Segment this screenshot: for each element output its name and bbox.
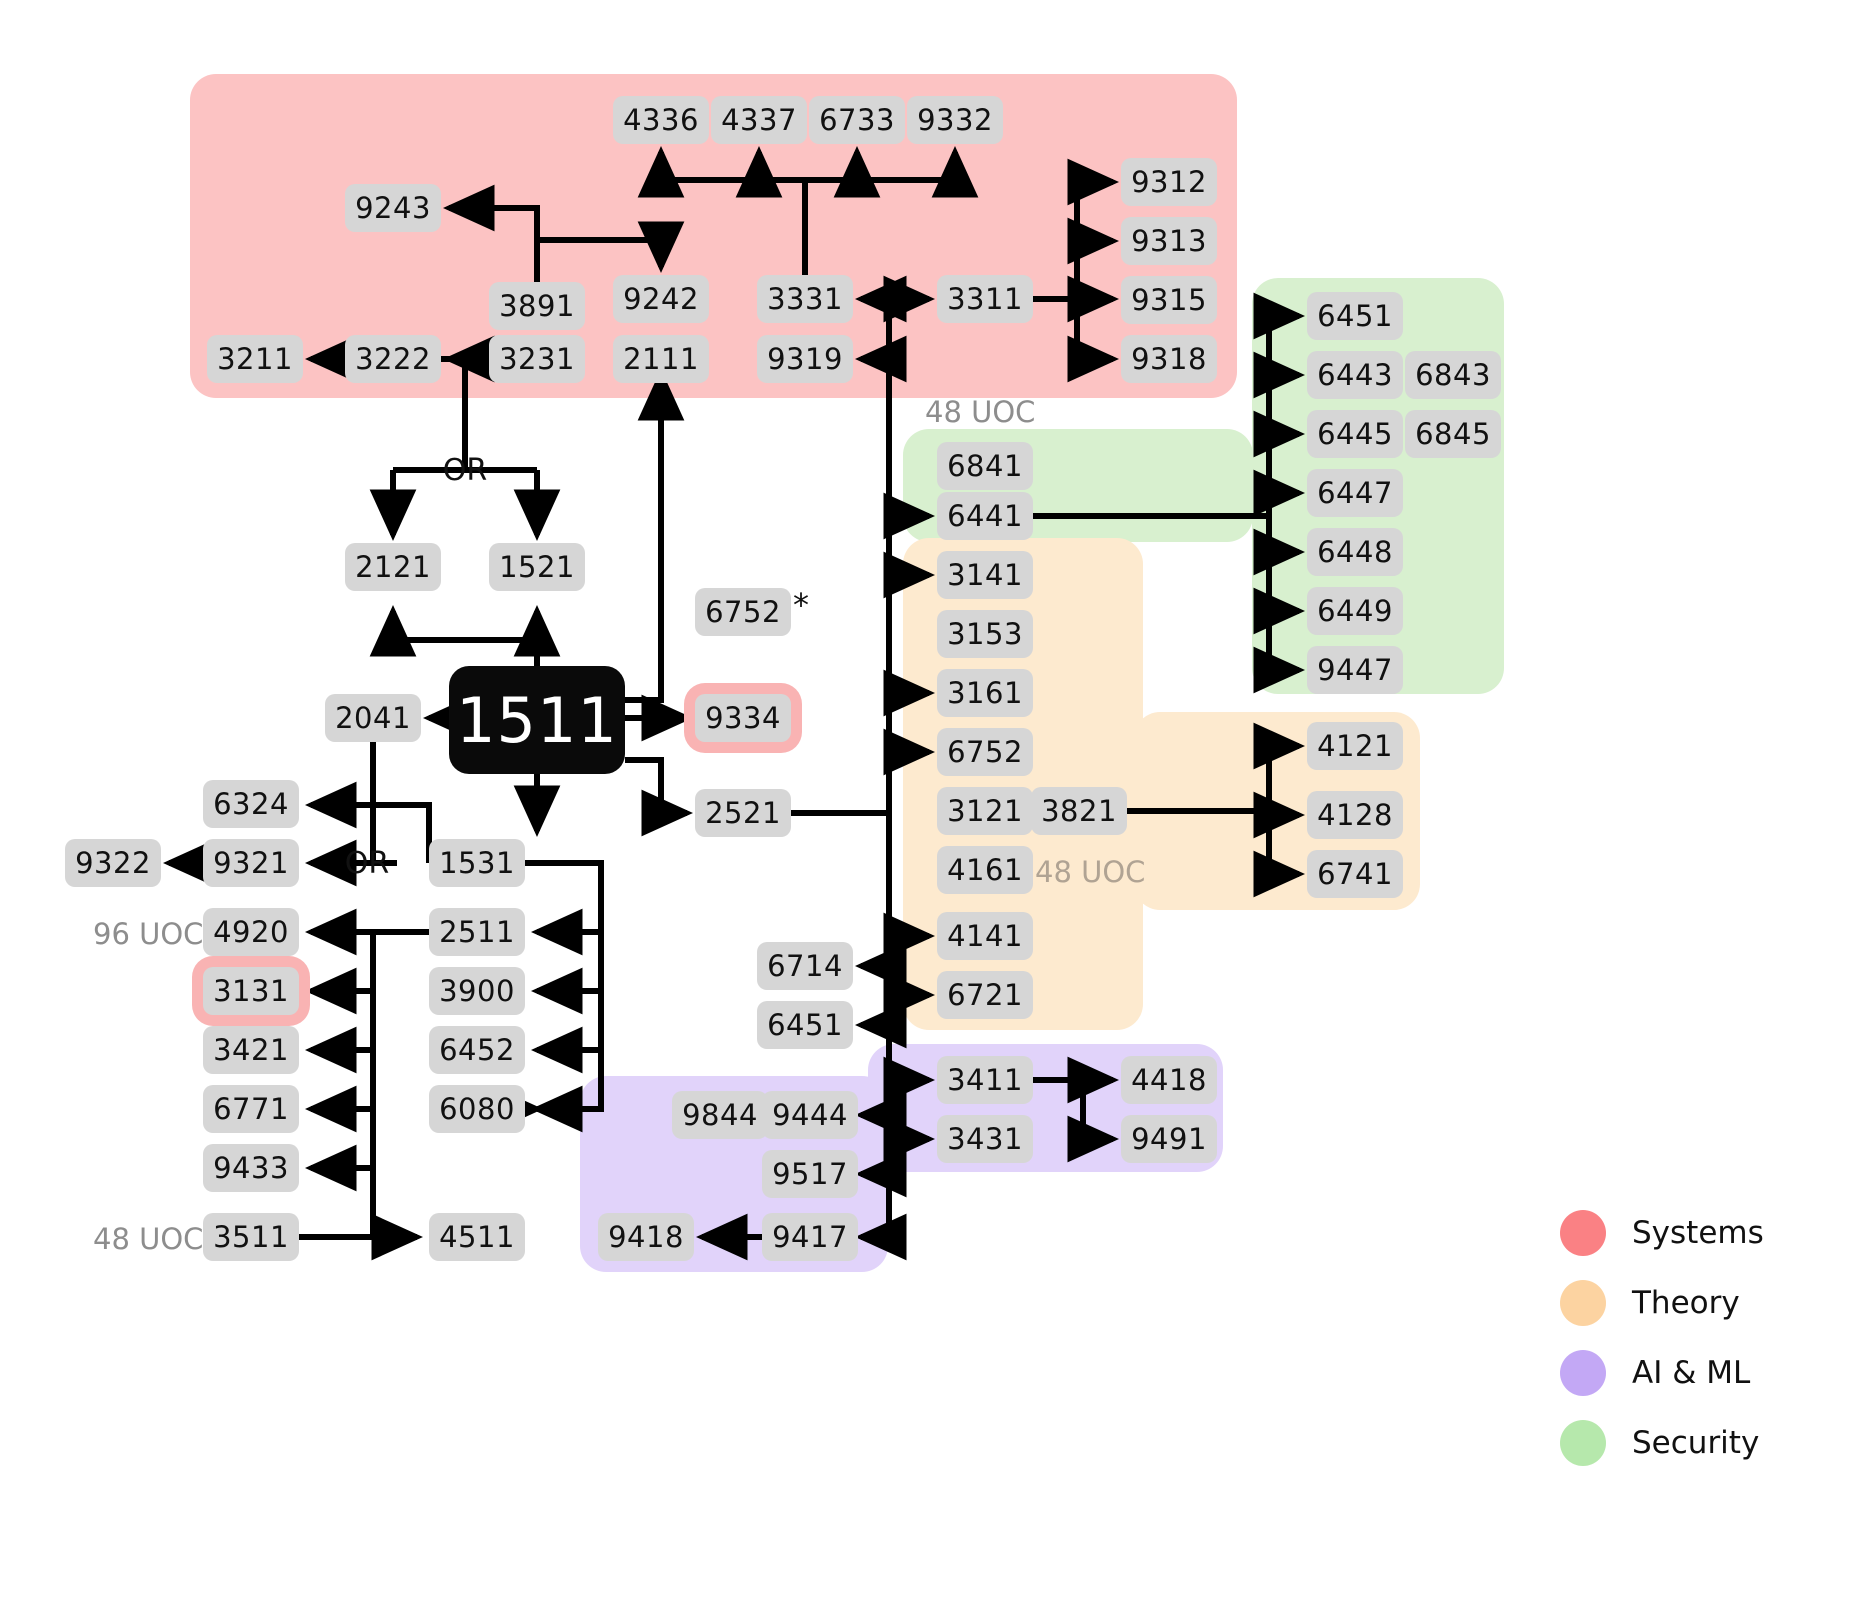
course-node-1521[interactable]: 1521: [489, 543, 585, 591]
course-node-3211[interactable]: 3211: [207, 335, 303, 383]
course-node-6845[interactable]: 6845: [1405, 410, 1501, 458]
course-node-3161[interactable]: 3161: [937, 669, 1033, 717]
course-node-6449[interactable]: 6449: [1307, 587, 1403, 635]
course-node-3121[interactable]: 3121: [937, 787, 1033, 835]
course-node-3331[interactable]: 3331: [757, 275, 853, 323]
course-node-9433[interactable]: 9433: [203, 1144, 299, 1192]
course-node-3900[interactable]: 3900: [429, 967, 525, 1015]
course-node-9315[interactable]: 9315: [1121, 276, 1217, 324]
course-node-2511[interactable]: 2511: [429, 908, 525, 956]
legend-swatch-theory: [1560, 1280, 1606, 1326]
legend-item-systems: Systems: [1560, 1210, 1764, 1256]
uoc-48-top: 48 UOC: [925, 395, 1036, 429]
course-node-6843[interactable]: 6843: [1405, 351, 1501, 399]
course-node-6445[interactable]: 6445: [1307, 410, 1403, 458]
course-node-4511[interactable]: 4511: [429, 1213, 525, 1261]
course-node-6324[interactable]: 6324: [203, 780, 299, 828]
course-node-3431[interactable]: 3431: [937, 1115, 1033, 1163]
legend-swatch-aiml: [1560, 1350, 1606, 1396]
uoc-48-theory: 48 UOC: [1035, 855, 1146, 889]
course-node-9334[interactable]: 9334: [695, 694, 791, 742]
course-node-6443[interactable]: 6443: [1307, 351, 1403, 399]
course-node-9332[interactable]: 9332: [907, 96, 1003, 144]
course-node-2111[interactable]: 2111: [613, 335, 709, 383]
course-node-6741[interactable]: 6741: [1307, 850, 1403, 898]
legend-label-aiml: AI & ML: [1632, 1355, 1751, 1391]
course-node-2521[interactable]: 2521: [695, 789, 791, 837]
course-node-9313[interactable]: 9313: [1121, 217, 1217, 265]
legend-label-systems: Systems: [1632, 1215, 1764, 1251]
course-node-3231[interactable]: 3231: [489, 335, 585, 383]
course-node-6721[interactable]: 6721: [937, 971, 1033, 1019]
uoc-96: 96 UOC: [93, 917, 204, 951]
course-node-4141[interactable]: 4141: [937, 912, 1033, 960]
legend-item-security: Security: [1560, 1420, 1764, 1466]
course-node-6771[interactable]: 6771: [203, 1085, 299, 1133]
legend-label-security: Security: [1632, 1425, 1760, 1461]
or-gate-lower: OR: [344, 845, 390, 881]
course-node-6733[interactable]: 6733: [809, 96, 905, 144]
course-node-9444[interactable]: 9444: [762, 1091, 858, 1139]
course-node-6841[interactable]: 6841: [937, 442, 1033, 490]
course-node-9243[interactable]: 9243: [345, 184, 441, 232]
course-node-9322[interactable]: 9322: [65, 839, 161, 887]
course-node-4161[interactable]: 4161: [937, 846, 1033, 894]
course-node-4418[interactable]: 4418: [1121, 1056, 1217, 1104]
root-node-1511[interactable]: 1511: [449, 666, 625, 774]
legend-item-aiml: AI & ML: [1560, 1350, 1764, 1396]
course-node-9517[interactable]: 9517: [762, 1150, 858, 1198]
legend-item-theory: Theory: [1560, 1280, 1764, 1326]
course-node-6452[interactable]: 6452: [429, 1026, 525, 1074]
course-node-6451f[interactable]: 6451: [757, 1001, 853, 1049]
course-node-6448[interactable]: 6448: [1307, 528, 1403, 576]
course-node-9321[interactable]: 9321: [203, 839, 299, 887]
course-node-3222[interactable]: 3222: [345, 335, 441, 383]
course-node-9418[interactable]: 9418: [598, 1213, 694, 1261]
course-node-3891[interactable]: 3891: [489, 282, 585, 330]
flowchart-canvas: 1511 48 UOC 48 UOC 96 UOC 48 UOC OR OR *…: [0, 0, 1860, 1600]
course-node-9417[interactable]: 9417: [762, 1213, 858, 1261]
course-node-3141[interactable]: 3141: [937, 551, 1033, 599]
course-node-9447[interactable]: 9447: [1307, 646, 1403, 694]
course-node-6752t[interactable]: 6752: [937, 728, 1033, 776]
course-node-6451r[interactable]: 6451: [1307, 292, 1403, 340]
course-node-3131[interactable]: 3131: [203, 967, 299, 1015]
course-node-6714[interactable]: 6714: [757, 942, 853, 990]
course-node-6752c[interactable]: 6752: [695, 588, 791, 636]
legend-swatch-security: [1560, 1420, 1606, 1466]
legend-swatch-systems: [1560, 1210, 1606, 1256]
course-node-3311[interactable]: 3311: [937, 275, 1033, 323]
course-node-3511[interactable]: 3511: [203, 1213, 299, 1261]
course-node-3411[interactable]: 3411: [937, 1056, 1033, 1104]
course-node-4121[interactable]: 4121: [1307, 722, 1403, 770]
course-node-3153[interactable]: 3153: [937, 610, 1033, 658]
course-node-3421[interactable]: 3421: [203, 1026, 299, 1074]
course-node-6441[interactable]: 6441: [937, 492, 1033, 540]
course-node-2121[interactable]: 2121: [345, 543, 441, 591]
or-gate-upper: OR: [442, 452, 488, 488]
legend-label-theory: Theory: [1632, 1285, 1740, 1321]
course-node-4337[interactable]: 4337: [711, 96, 807, 144]
course-node-9844[interactable]: 9844: [672, 1091, 768, 1139]
course-node-2041[interactable]: 2041: [325, 694, 421, 742]
course-node-6080[interactable]: 6080: [429, 1085, 525, 1133]
course-node-9491[interactable]: 9491: [1121, 1115, 1217, 1163]
course-node-3821[interactable]: 3821: [1031, 787, 1127, 835]
course-node-9319[interactable]: 9319: [757, 335, 853, 383]
course-node-6447[interactable]: 6447: [1307, 469, 1403, 517]
course-node-9242[interactable]: 9242: [613, 275, 709, 323]
course-node-4920[interactable]: 4920: [203, 908, 299, 956]
course-node-4128[interactable]: 4128: [1307, 791, 1403, 839]
course-node-9312[interactable]: 9312: [1121, 158, 1217, 206]
course-node-9318[interactable]: 9318: [1121, 335, 1217, 383]
legend: Systems Theory AI & ML Security: [1560, 1210, 1764, 1490]
asterisk-6752: *: [793, 586, 809, 624]
course-node-1531[interactable]: 1531: [429, 839, 525, 887]
course-node-4336[interactable]: 4336: [613, 96, 709, 144]
uoc-48-bottom: 48 UOC: [93, 1222, 204, 1256]
